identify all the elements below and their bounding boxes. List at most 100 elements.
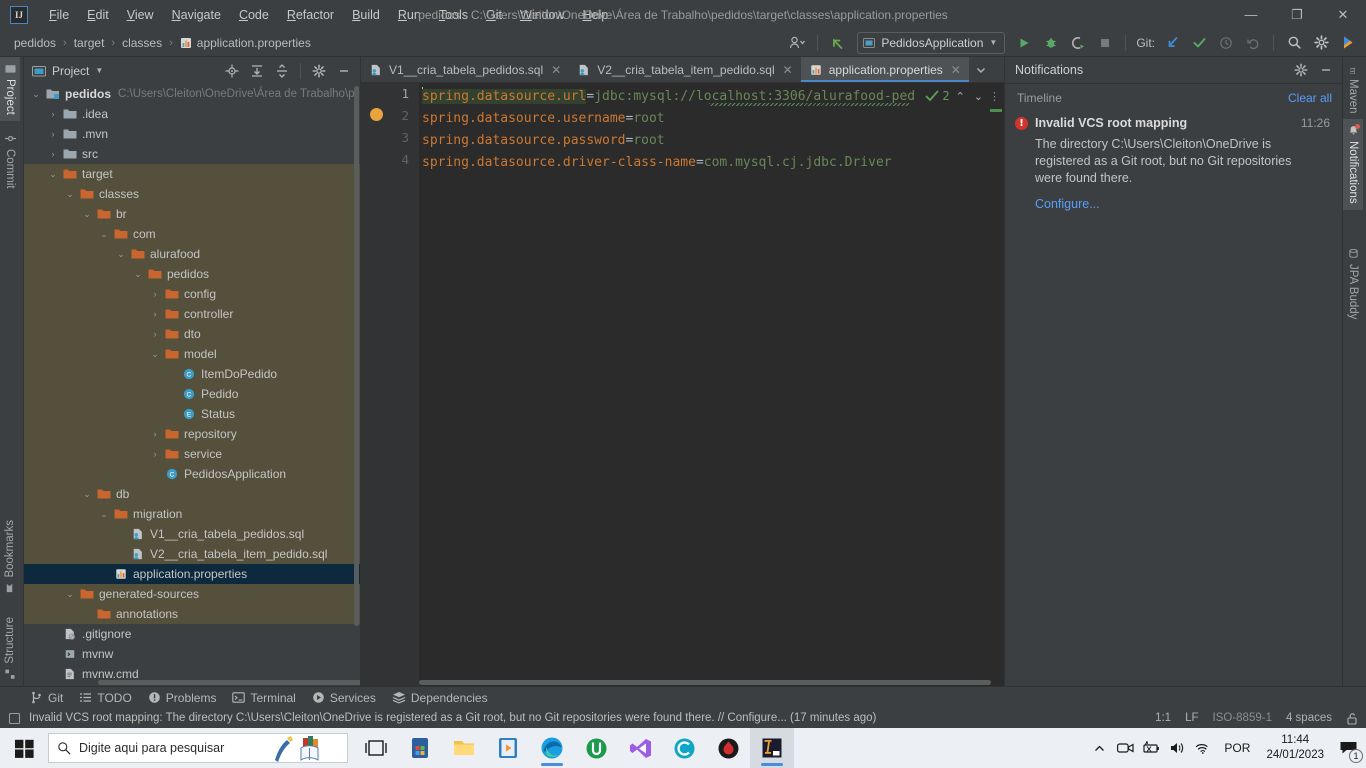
editor-tab[interactable]: V1__cria_tabela_pedidos.sql ✕ [361,57,569,82]
chevron-down-icon[interactable]: ⌄ [98,508,110,520]
maximize-button[interactable]: ❐ [1274,0,1320,29]
tree-node[interactable]: annotations [24,604,360,624]
tree-node[interactable]: ⌄ pedidos C:\Users\Cleiton\OneDrive\Área d… [24,84,360,104]
tree-horizontal-scrollbar[interactable] [98,680,360,685]
tree-node[interactable]: application.properties [24,564,360,584]
wifi-icon[interactable] [1190,728,1216,768]
menu-code[interactable]: Code [230,4,278,26]
tree-node[interactable]: C ItemDoPedido [24,364,360,384]
debug-icon[interactable] [1039,32,1063,54]
gear-icon[interactable] [1289,59,1313,81]
tree-vertical-scrollbar[interactable] [354,86,359,626]
clock[interactable]: 11:44 24/01/2023 [1258,733,1332,763]
update-project-icon[interactable] [1160,32,1184,54]
menu-refactor[interactable]: Refactor [278,4,343,26]
tree-node[interactable]: C PedidosApplication [24,464,360,484]
sidebar-item-commit[interactable]: Commit [0,127,20,195]
code-line[interactable]: spring.datasource.driver-class-name=com.… [419,152,1004,174]
undo-arrow-icon[interactable] [826,32,850,54]
tree-node[interactable]: ⌄ target [24,164,360,184]
bottom-tab-git[interactable]: Git [30,691,63,705]
error-stripe-marker[interactable] [990,109,1002,112]
rollback-icon[interactable] [1241,32,1265,54]
windows-start-icon[interactable] [0,728,48,768]
collapse-all-icon[interactable] [270,60,294,82]
search-everywhere-icon[interactable] [1282,32,1306,54]
chevron-down-icon[interactable] [969,59,993,81]
code-line[interactable]: spring.datasource.username=root [419,108,1004,130]
hide-panel-icon[interactable] [1314,59,1338,81]
chevron-right-icon[interactable]: › [149,328,161,340]
menu-view[interactable]: View [118,4,163,26]
task-view-icon[interactable] [354,728,398,768]
minimize-button[interactable]: — [1228,0,1274,29]
chevron-right-icon[interactable]: › [149,288,161,300]
code-editor[interactable]: 1 2 3 4 spring.datasource.url = jdbc:mysql://… [361,83,1004,686]
tree-node[interactable]: V1__cria_tabela_pedidos.sql [24,524,360,544]
menu-navigate[interactable]: Navigate [163,4,230,26]
tree-node[interactable]: › .idea [24,104,360,124]
copilot-icon[interactable] [662,728,706,768]
notification-configure-link[interactable]: Configure... [1035,197,1330,211]
sidebar-item-bookmarks[interactable]: Bookmarks [0,514,20,600]
notification-item[interactable]: ! Invalid VCS root mapping 11:26 The dir… [1005,112,1342,211]
chevron-down-icon[interactable]: ⌄ [98,228,110,240]
editor-horizontal-scrollbar[interactable] [419,680,991,685]
tree-node[interactable]: .gitignore [24,624,360,644]
visual-studio-icon[interactable] [618,728,662,768]
more-options-icon[interactable]: ⋮ [989,90,1000,103]
search-input[interactable]: Digite aqui para pesquisar [48,733,348,763]
garena-icon[interactable] [706,728,750,768]
tree-node[interactable]: C Pedido [24,384,360,404]
bottom-tab-dependencies[interactable]: Dependencies [392,691,488,705]
chevron-down-icon[interactable]: ⌄ [30,88,42,100]
code-line[interactable]: spring.datasource.url=jdbc:mysql://local… [419,86,1004,108]
project-tree[interactable]: ⌄ pedidos C:\Users\Cleiton\OneDrive\Área d… [24,84,360,686]
tree-node[interactable]: V2__cria_tabela_item_pedido.sql [24,544,360,564]
status-message[interactable]: Invalid VCS root mapping: The directory … [29,712,876,724]
run-icon[interactable] [1012,32,1036,54]
menu-file[interactable]: File [40,4,78,26]
breadcrumb-item[interactable]: classes [118,34,166,52]
file-encoding[interactable]: ISO-8859-1 [1213,712,1272,724]
tree-node[interactable]: › repository [24,424,360,444]
tree-node[interactable]: › config [24,284,360,304]
microsoft-store-icon[interactable] [398,728,442,768]
editor-gutter[interactable]: 1 2 3 4 [361,83,419,686]
breadcrumb-item[interactable]: target [70,34,109,52]
intellij-idea-icon[interactable] [750,728,794,768]
file-explorer-icon[interactable] [442,728,486,768]
chevron-right-icon[interactable]: › [47,128,59,140]
breadcrumb-item[interactable]: application.properties [176,34,315,52]
microsoft-edge-icon[interactable] [530,728,574,768]
input-language[interactable]: POR [1216,741,1258,755]
run-with-coverage-icon[interactable] [1066,32,1090,54]
menu-help[interactable]: Help [573,4,617,26]
chevron-down-icon[interactable]: ⌄ [115,248,127,260]
run-configuration-selector[interactable]: PedidosApplication ▼ [857,31,1006,54]
action-center-icon[interactable]: 1 [1332,728,1364,768]
sidebar-item-jpa-buddy[interactable]: JPA Buddy [1343,242,1363,325]
bottom-tab-todo[interactable]: TODO [79,691,132,705]
volume-icon[interactable] [1164,728,1190,768]
event-log-icon[interactable] [8,712,21,725]
chevron-down-icon[interactable]: ⌄ [81,208,93,220]
tree-node[interactable]: ⌄ model [24,344,360,364]
menu-git[interactable]: Git [477,4,511,26]
chevron-right-icon[interactable]: › [149,448,161,460]
prev-issue-icon[interactable]: ⌃ [953,90,968,103]
tree-node[interactable]: › service [24,444,360,464]
tree-node[interactable]: ⌄ br [24,204,360,224]
battery-icon[interactable] [1138,728,1164,768]
close-icon[interactable]: ✕ [551,63,561,77]
utorrent-icon[interactable] [574,728,618,768]
commit-icon[interactable] [1187,32,1211,54]
tree-node[interactable]: ⌄ migration [24,504,360,524]
gear-icon[interactable] [307,60,331,82]
next-issue-icon[interactable]: ⌄ [971,90,986,103]
chevron-right-icon[interactable]: › [47,108,59,120]
indent-setting[interactable]: 4 spaces [1286,712,1332,724]
chevron-down-icon[interactable]: ▼ [95,66,103,75]
tree-node[interactable]: ⌄ pedidos [24,264,360,284]
breadcrumb-item[interactable]: pedidos [10,34,60,52]
